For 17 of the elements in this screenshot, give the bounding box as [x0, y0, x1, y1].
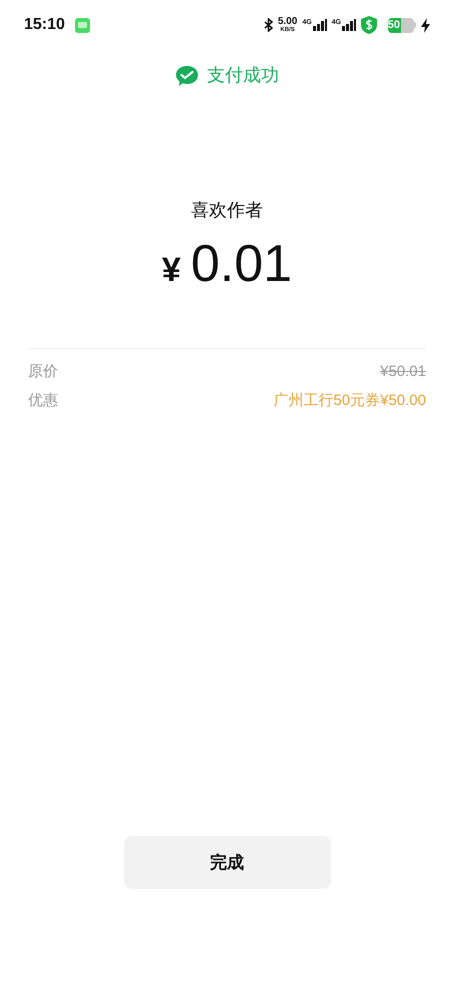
- shield-dollar-icon: [361, 16, 377, 34]
- bluetooth-icon: [264, 18, 273, 32]
- done-button[interactable]: 完成: [124, 836, 330, 889]
- detail-value: 广州工行50元券¥50.00: [273, 390, 426, 410]
- payment-success-title: 支付成功: [207, 64, 279, 87]
- detail-label: 原价: [28, 362, 58, 382]
- chat-check-icon: [175, 64, 199, 86]
- detail-value: ¥50.01: [380, 362, 426, 382]
- clock-time: 15:10: [24, 15, 65, 35]
- currency-symbol: ¥: [162, 250, 181, 291]
- battery-indicator: 50: [388, 18, 416, 32]
- network-speed: 5.00: [278, 17, 298, 27]
- payment-amount: 0.01: [190, 238, 292, 290]
- payee-name: 喜欢作者: [191, 199, 263, 222]
- detail-label: 优惠: [28, 390, 58, 410]
- charging-bolt-icon: [421, 18, 430, 32]
- message-app-icon: [74, 18, 90, 32]
